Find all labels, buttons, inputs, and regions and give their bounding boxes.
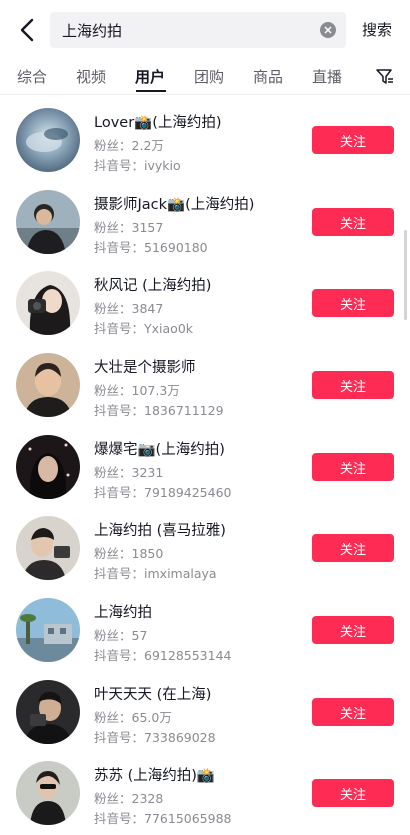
user-row[interactable]: 爆爆宅📷(上海约拍) 粉丝：3231 抖音号：79189425460 关注 bbox=[0, 423, 410, 505]
fans-count: 粉丝：1850 bbox=[94, 546, 164, 561]
douyin-id: 抖音号：Yxiao0k bbox=[94, 321, 194, 336]
follow-button[interactable]: 关注 bbox=[312, 208, 394, 236]
avatar[interactable] bbox=[16, 435, 80, 499]
search-button[interactable]: 搜索 bbox=[362, 19, 392, 40]
douyin-id: 抖音号：69128553144 bbox=[94, 648, 232, 663]
filter-button[interactable] bbox=[375, 67, 395, 87]
avatar[interactable] bbox=[16, 598, 80, 662]
tab-products[interactable]: 商品 bbox=[253, 66, 283, 87]
filter-icon bbox=[376, 69, 393, 84]
avatar[interactable] bbox=[16, 353, 80, 417]
active-tab-indicator bbox=[136, 90, 166, 92]
clear-search-button[interactable] bbox=[320, 22, 336, 38]
back-button[interactable] bbox=[14, 16, 40, 44]
user-name: 叶天天天 (在上海) bbox=[94, 687, 212, 703]
follow-button[interactable]: 关注 bbox=[312, 371, 394, 399]
user-row[interactable]: 大壮是个摄影师 粉丝：107.3万 抖音号：1836711129 关注 bbox=[0, 341, 410, 423]
user-row[interactable]: 上海约拍 (喜马拉雅) 粉丝：1850 抖音号：imximalaya 关注 bbox=[0, 504, 410, 586]
user-name: 大壮是个摄影师 bbox=[94, 360, 196, 376]
avatar[interactable] bbox=[16, 190, 80, 254]
douyin-id: 抖音号：79189425460 bbox=[94, 485, 232, 500]
follow-button[interactable]: 关注 bbox=[312, 534, 394, 562]
avatar[interactable] bbox=[16, 761, 80, 825]
user-name: 秋风记 (上海约拍) bbox=[94, 278, 212, 294]
fans-count: 粉丝：2.2万 bbox=[94, 138, 164, 153]
avatar[interactable] bbox=[16, 271, 80, 335]
tab-live[interactable]: 直播 bbox=[312, 66, 342, 87]
user-row[interactable]: 上海约拍 粉丝：57 抖音号：69128553144 关注 bbox=[0, 586, 410, 668]
follow-button[interactable]: 关注 bbox=[312, 289, 394, 317]
tab-group-buy[interactable]: 团购 bbox=[194, 66, 224, 87]
follow-button[interactable]: 关注 bbox=[312, 698, 394, 726]
douyin-id: 抖音号：733869028 bbox=[94, 730, 216, 745]
fans-count: 粉丝：3231 bbox=[94, 465, 164, 480]
chevron-left-icon bbox=[20, 18, 34, 42]
user-row[interactable]: 苏苏 (上海约拍)📸 粉丝：2328 抖音号：77615065988 关注 bbox=[0, 749, 410, 831]
user-name: Lover📸(上海约拍) bbox=[94, 115, 222, 131]
follow-button[interactable]: 关注 bbox=[312, 779, 394, 807]
clear-icon bbox=[324, 26, 332, 34]
user-name: 上海约拍 (喜马拉雅) bbox=[94, 523, 226, 539]
user-name: 摄影师Jack📸(上海约拍) bbox=[94, 197, 255, 213]
result-tabs: 综合 视频 用户 团购 商品 直播 bbox=[0, 60, 410, 95]
search-box[interactable] bbox=[50, 12, 346, 48]
follow-button[interactable]: 关注 bbox=[312, 616, 394, 644]
fans-count: 粉丝：57 bbox=[94, 628, 148, 643]
tab-users[interactable]: 用户 bbox=[135, 66, 165, 87]
follow-button[interactable]: 关注 bbox=[312, 126, 394, 154]
tab-video[interactable]: 视频 bbox=[76, 66, 106, 87]
avatar[interactable] bbox=[16, 108, 80, 172]
user-row[interactable]: 秋风记 (上海约拍) 粉丝：3847 抖音号：Yxiao0k 关注 bbox=[0, 259, 410, 341]
scrollbar[interactable] bbox=[404, 230, 407, 320]
avatar[interactable] bbox=[16, 680, 80, 744]
avatar[interactable] bbox=[16, 516, 80, 580]
fans-count: 粉丝：65.0万 bbox=[94, 710, 172, 725]
douyin-id: 抖音号：ivykio bbox=[94, 158, 181, 173]
fans-count: 粉丝：3157 bbox=[94, 220, 164, 235]
user-name: 上海约拍 bbox=[94, 605, 152, 621]
follow-button[interactable]: 关注 bbox=[312, 453, 394, 481]
user-row[interactable]: 摄影师Jack📸(上海约拍) 粉丝：3157 抖音号：51690180 关注 bbox=[0, 178, 410, 260]
search-input[interactable] bbox=[62, 12, 302, 48]
douyin-id: 抖音号：imximalaya bbox=[94, 566, 217, 581]
user-name: 苏苏 (上海约拍)📸 bbox=[94, 768, 215, 784]
user-name: 爆爆宅📷(上海约拍) bbox=[94, 442, 225, 458]
tab-comprehensive[interactable]: 综合 bbox=[17, 66, 47, 87]
douyin-id: 抖音号：77615065988 bbox=[94, 811, 232, 826]
user-row[interactable]: 叶天天天 (在上海) 粉丝：65.0万 抖音号：733869028 关注 bbox=[0, 668, 410, 750]
fans-count: 粉丝：2328 bbox=[94, 791, 164, 806]
fans-count: 粉丝：3847 bbox=[94, 301, 164, 316]
douyin-id: 抖音号：1836711129 bbox=[94, 403, 224, 418]
fans-count: 粉丝：107.3万 bbox=[94, 383, 180, 398]
douyin-id: 抖音号：51690180 bbox=[94, 240, 208, 255]
search-header: 搜索 bbox=[0, 0, 410, 60]
user-row[interactable]: Lover📸(上海约拍) 粉丝：2.2万 抖音号：ivykio 关注 bbox=[0, 96, 410, 178]
